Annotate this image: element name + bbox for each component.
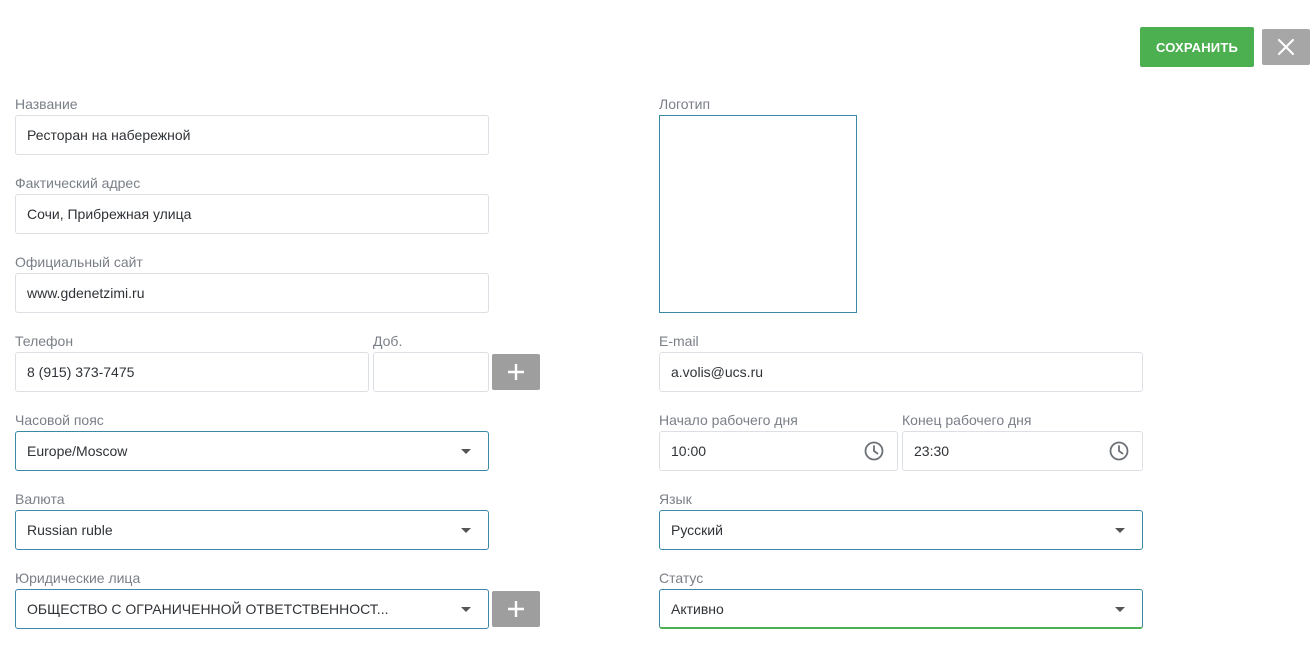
phone-input[interactable]: 8 (915) 373-7475 (15, 352, 369, 392)
status-select[interactable]: Активно (659, 589, 1143, 629)
language-label: Язык (659, 491, 692, 507)
workday-end-label: Конец рабочего дня (902, 412, 1032, 428)
chevron-down-icon (461, 607, 471, 612)
currency-value: Russian ruble (27, 522, 113, 538)
language-select[interactable]: Русский (659, 510, 1143, 550)
email-input[interactable]: a.volis@ucs.ru (659, 352, 1143, 392)
timezone-select[interactable]: Europe/Moscow (15, 431, 489, 471)
email-label: E-mail (659, 333, 699, 349)
logo-label: Логотип (659, 96, 711, 112)
clock-icon[interactable] (864, 441, 884, 461)
plus-icon (508, 364, 524, 380)
address-label: Фактический адрес (15, 175, 141, 191)
legal-entities-value: ОБЩЕСТВО С ОГРАНИЧЕННОЙ ОТВЕТСТВЕННОСТ..… (27, 601, 389, 617)
workday-start-label: Начало рабочего дня (659, 412, 798, 428)
website-label: Официальный сайт (15, 254, 143, 270)
add-legal-entity-button[interactable] (492, 591, 540, 627)
workday-start-input[interactable]: 10:00 (659, 431, 898, 471)
status-label: Статус (659, 570, 704, 586)
name-label: Название (15, 96, 78, 112)
close-icon (1277, 38, 1295, 56)
currency-label: Валюта (15, 491, 65, 507)
close-button[interactable] (1262, 29, 1310, 65)
currency-select[interactable]: Russian ruble (15, 510, 489, 550)
add-phone-button[interactable] (492, 354, 540, 390)
legal-entities-select[interactable]: ОБЩЕСТВО С ОГРАНИЧЕННОЙ ОТВЕТСТВЕННОСТ..… (15, 589, 489, 629)
chevron-down-icon (461, 528, 471, 533)
chevron-down-icon (461, 449, 471, 454)
clock-icon[interactable] (1109, 441, 1129, 461)
workday-end-input[interactable]: 23:30 (902, 431, 1143, 471)
chevron-down-icon (1115, 528, 1125, 533)
extension-label: Доб. (373, 333, 403, 349)
status-value: Активно (671, 601, 724, 617)
timezone-label: Часовой пояс (15, 412, 104, 428)
extension-input[interactable] (373, 352, 489, 392)
timezone-value: Europe/Moscow (27, 443, 128, 459)
workday-end-value: 23:30 (914, 443, 950, 459)
workday-start-value: 10:00 (671, 443, 707, 459)
name-input[interactable]: Ресторан на набережной (15, 115, 489, 155)
legal-entities-label: Юридические лица (15, 570, 141, 586)
logo-upload-area[interactable] (659, 115, 857, 313)
address-input[interactable]: Сочи, Прибрежная улица (15, 194, 489, 234)
save-button[interactable]: СОХРАНИТЬ (1140, 27, 1254, 67)
language-value: Русский (671, 522, 723, 538)
chevron-down-icon (1115, 607, 1125, 612)
website-input[interactable]: www.gdenetzimi.ru (15, 273, 489, 313)
phone-label: Телефон (15, 333, 74, 349)
plus-icon (508, 601, 524, 617)
